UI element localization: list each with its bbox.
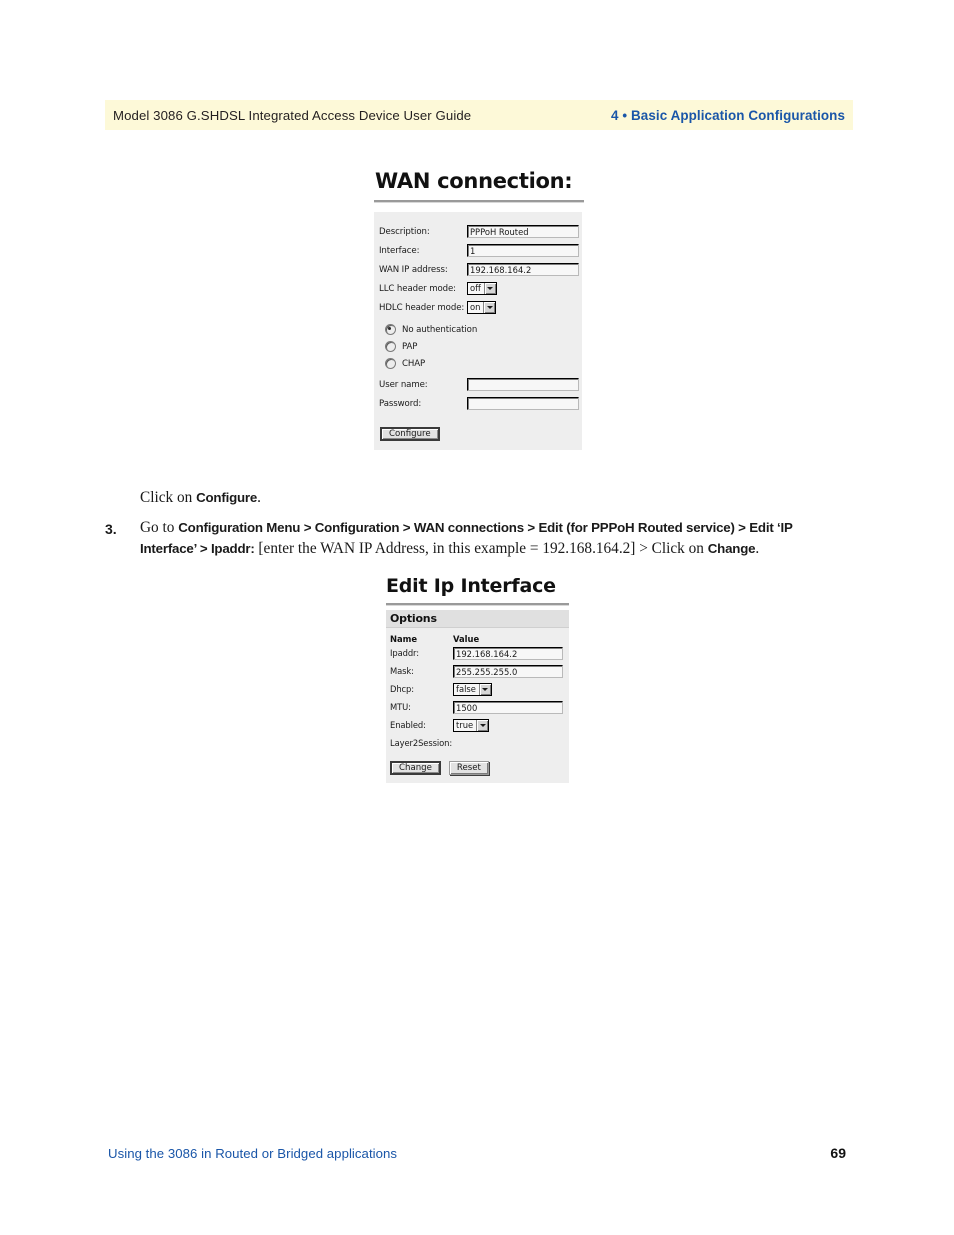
wan-connection-panel: Description: PPPoH Routed Interface: 1 W…: [374, 212, 582, 450]
change-button[interactable]: Change: [390, 761, 441, 775]
wan-field-interface-label: Interface:: [379, 245, 420, 256]
chevron-down-icon[interactable]: [476, 719, 489, 731]
wan-field-password-label: Password:: [379, 398, 422, 409]
wan-field-user-name: User name:: [374, 375, 582, 394]
radio-button-icon[interactable]: [385, 324, 396, 335]
wan-field-description: Description: PPPoH Routed: [374, 222, 582, 241]
wan-ip-address-input[interactable]: 192.168.164.2: [467, 263, 579, 276]
eip-field-mtu-label: MTU:: [390, 702, 411, 712]
eip-field-layer2session-label: Layer2Session:: [390, 738, 453, 748]
step-3-part2: [enter the WAN IP Address, in this examp…: [254, 539, 708, 557]
options-header-label: Options: [390, 612, 437, 625]
step-3-number: 3.: [105, 521, 117, 537]
reset-button[interactable]: Reset: [448, 761, 489, 775]
wan-auth-option-no-authentication-label: No authentication: [402, 324, 478, 335]
wan-interface-input[interactable]: 1: [467, 244, 579, 257]
wan-auth-option-pap[interactable]: PAP: [374, 338, 582, 355]
eip-mask-input[interactable]: 255.255.255.0: [453, 664, 563, 678]
step-3-change-bold: Change: [707, 540, 756, 556]
wan-llc-header-mode-value: off: [468, 283, 484, 294]
footer-section-title: Using the 3086 in Routed or Bridged appl…: [108, 1146, 398, 1161]
click-configure-tail: .: [257, 489, 261, 506]
edit-ip-interface-options-header: Options: [386, 610, 569, 628]
page-number: 69: [830, 1145, 846, 1161]
table-row: Enabled: true: [386, 716, 569, 734]
eip-enabled-select[interactable]: true: [453, 718, 490, 732]
edit-ip-interface-title-rule: [386, 603, 569, 606]
step-3-part1: Go to: [140, 519, 179, 536]
chevron-down-icon[interactable]: [478, 683, 491, 695]
table-row: MTU: 1500: [386, 698, 569, 716]
chevron-down-icon[interactable]: [483, 302, 496, 313]
step-3: 3. Go to Configuration Menu > Configurat…: [105, 518, 845, 559]
eip-field-enabled-label: Enabled:: [390, 720, 426, 730]
wan-field-hdlc-header-mode-label: HDLC header mode:: [379, 302, 465, 313]
radio-button-icon[interactable]: [385, 358, 396, 369]
wan-llc-header-mode-select[interactable]: off: [467, 282, 497, 295]
click-configure-lead: Click on: [140, 489, 197, 506]
column-header-name: Name: [390, 634, 418, 644]
wan-auth-option-chap[interactable]: CHAP: [374, 355, 582, 372]
table-row: Ipaddr: 192.168.164.2: [386, 644, 569, 662]
eip-field-dhcp-label: Dhcp:: [390, 684, 414, 694]
radio-button-icon[interactable]: [385, 341, 396, 352]
figure-edit-ip-interface: Edit Ip Interface Options Name Value Ipa…: [386, 574, 569, 783]
edit-ip-interface-button-row: Change Reset: [386, 752, 569, 777]
wan-description-input[interactable]: PPPoH Routed: [467, 225, 579, 238]
page-running-header: Model 3086 G.SHDSL Integrated Access Dev…: [105, 100, 853, 130]
wan-connection-title: WAN connection:: [375, 169, 573, 193]
eip-mtu-input[interactable]: 1500: [453, 700, 563, 714]
wan-auth-option-chap-label: CHAP: [402, 358, 426, 369]
table-row: Layer2Session:: [386, 734, 569, 752]
wan-field-password: Password:: [374, 394, 582, 413]
wan-auth-option-no-authentication[interactable]: No authentication: [374, 321, 582, 338]
wan-hdlc-header-mode-value: on: [468, 302, 484, 313]
eip-field-ipaddr-label: Ipaddr:: [390, 648, 419, 658]
wan-field-llc-header-mode-label: LLC header mode:: [379, 283, 456, 294]
page-running-footer: Using the 3086 in Routed or Bridged appl…: [108, 1145, 846, 1161]
header-document-title: Model 3086 G.SHDSL Integrated Access Dev…: [113, 107, 472, 123]
step-3-part3: .: [755, 539, 760, 557]
column-header-value: Value: [453, 634, 480, 644]
chevron-down-icon[interactable]: [483, 283, 496, 294]
eip-enabled-value: true: [454, 719, 477, 731]
wan-password-input[interactable]: [467, 397, 579, 410]
edit-ip-interface-title: Edit Ip Interface: [386, 575, 556, 597]
wan-user-name-input[interactable]: [467, 378, 579, 391]
wan-field-ip-address-label: WAN IP address:: [379, 264, 448, 275]
paragraph-click-configure: Click on Configure.: [140, 488, 840, 509]
wan-connection-title-rule: [374, 200, 584, 203]
eip-dhcp-select[interactable]: false: [453, 682, 492, 696]
eip-ipaddr-input[interactable]: 192.168.164.2: [453, 646, 563, 660]
edit-ip-interface-panel: Options Name Value Ipaddr: 192.168.164.2…: [386, 610, 569, 783]
wan-field-ip-address: WAN IP address: 192.168.164.2: [374, 260, 582, 279]
wan-auth-option-pap-label: PAP: [402, 341, 418, 352]
wan-field-user-name-label: User name:: [379, 379, 428, 390]
header-chapter-title: 4 • Basic Application Configurations: [611, 107, 845, 123]
eip-field-mask-label: Mask:: [390, 666, 414, 676]
step-3-text: Go to Configuration Menu > Configuration…: [140, 518, 845, 559]
table-row: Mask: 255.255.255.0: [386, 662, 569, 680]
wan-field-interface: Interface: 1: [374, 241, 582, 260]
wan-field-llc-header-mode: LLC header mode: off: [374, 279, 582, 298]
wan-button-row: Configure: [374, 413, 582, 444]
figure-wan-connection: WAN connection: Description: PPPoH Route…: [374, 168, 584, 450]
configure-button[interactable]: Configure: [380, 427, 440, 441]
wan-field-hdlc-header-mode: HDLC header mode: on: [374, 298, 582, 317]
wan-field-description-label: Description:: [379, 226, 430, 237]
wan-hdlc-header-mode-select[interactable]: on: [467, 301, 497, 314]
click-configure-bold: Configure: [196, 490, 258, 505]
eip-dhcp-value: false: [454, 683, 479, 695]
table-row: Dhcp: false: [386, 680, 569, 698]
edit-ip-interface-column-headers: Name Value: [386, 628, 569, 644]
